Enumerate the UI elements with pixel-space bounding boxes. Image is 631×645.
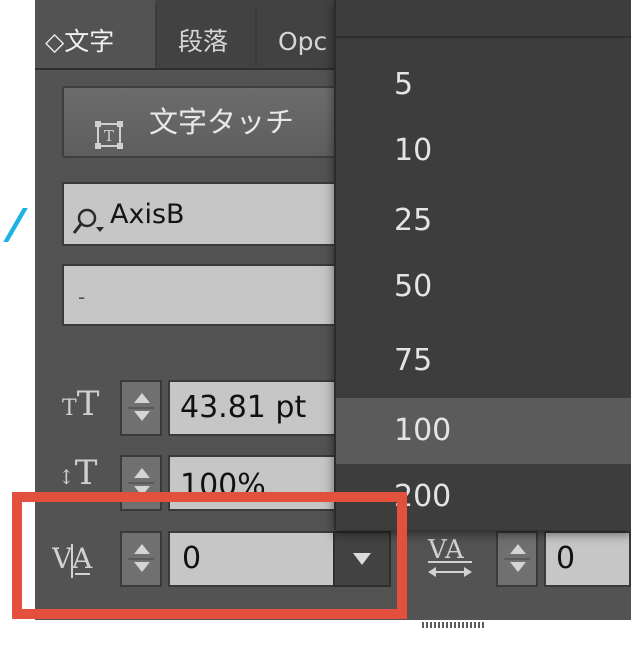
font-size-icon: TT <box>62 384 100 424</box>
stepper-divider <box>504 558 530 560</box>
search-icon <box>72 198 106 234</box>
tab-opentype[interactable]: Opc <box>260 0 335 68</box>
menu-item[interactable]: 5 <box>336 52 631 118</box>
touch-type-icon: T <box>94 106 124 149</box>
stepper-down-icon[interactable] <box>510 562 526 572</box>
menu-divider <box>336 36 631 38</box>
menu-item[interactable]: 50 <box>336 254 631 320</box>
tracking-input[interactable]: 0 <box>544 531 631 587</box>
stepper-up-icon[interactable] <box>510 544 526 554</box>
menu-item[interactable]: 75 <box>336 328 631 394</box>
font-size-stepper[interactable] <box>120 380 162 436</box>
stepper-divider <box>128 407 154 409</box>
tracking-stepper[interactable] <box>496 531 538 587</box>
tab-character[interactable]: ◇文字 <box>35 0 155 68</box>
menu-item[interactable]: 25 <box>336 188 631 254</box>
touch-type-button[interactable]: T 文字タッチ <box>62 86 337 158</box>
menu-item[interactable]: 10 <box>336 118 631 184</box>
kerning-dropdown-menu: 5 10 25 50 75 100 200 <box>334 0 631 530</box>
font-family-value: AxisB <box>110 199 185 230</box>
menu-item-highlighted[interactable]: 100 <box>336 398 631 464</box>
leading-icon: ↕T <box>58 453 98 493</box>
tabs-divider <box>35 68 335 70</box>
svg-text:VA: VA <box>427 535 465 565</box>
font-size-input[interactable]: 43.81 pt <box>168 380 337 436</box>
font-family-field[interactable]: AxisB <box>62 182 337 246</box>
font-style-value: - <box>78 285 86 309</box>
resize-grip[interactable] <box>422 622 484 628</box>
stepper-up-icon[interactable] <box>134 468 150 478</box>
tracking-icon: VA <box>424 532 478 582</box>
highlight-annotation <box>12 492 407 619</box>
font-style-field[interactable]: - <box>62 264 337 326</box>
svg-text:T: T <box>104 127 114 145</box>
stepper-down-icon[interactable] <box>134 411 150 421</box>
stepper-up-icon[interactable] <box>134 393 150 403</box>
stepper-divider <box>128 482 154 484</box>
touch-type-label: 文字タッチ <box>149 105 295 139</box>
tab-paragraph[interactable]: 段落 <box>160 0 255 68</box>
cursor-mark <box>0 208 28 242</box>
tab-divider <box>155 6 157 66</box>
tab-divider <box>255 6 257 66</box>
